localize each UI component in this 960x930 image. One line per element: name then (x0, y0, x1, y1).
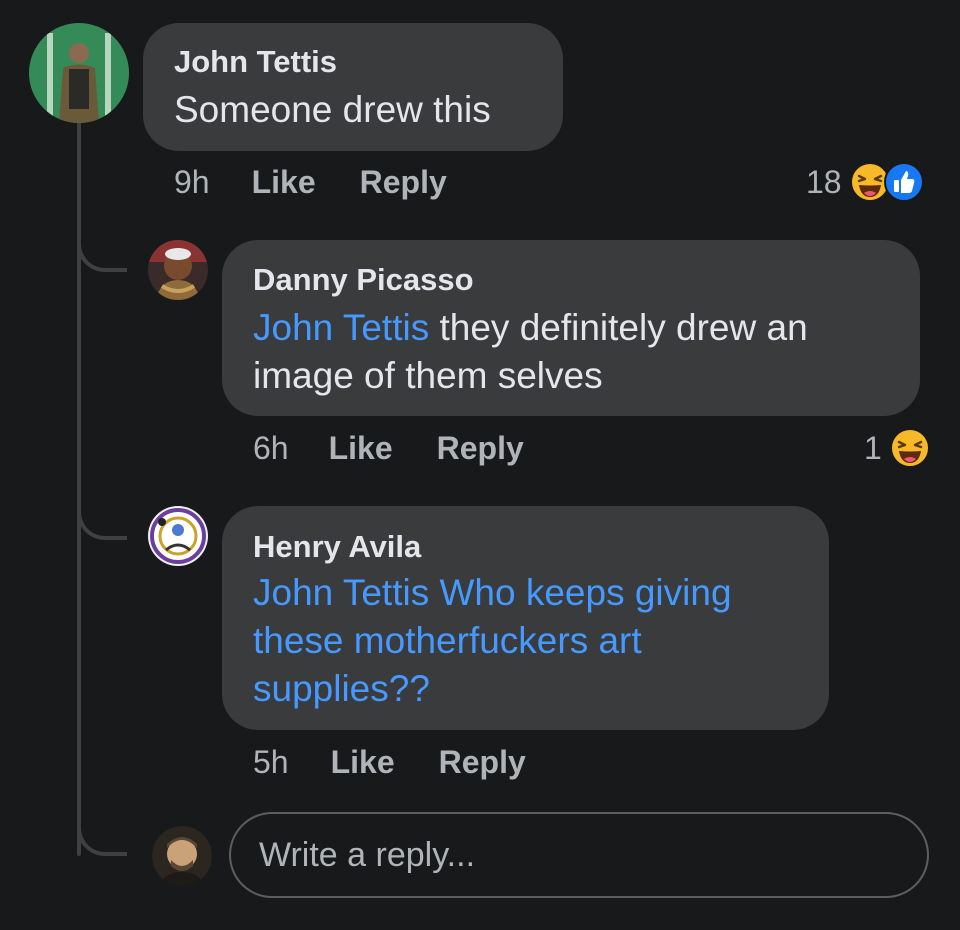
avatar-john-tettis[interactable] (29, 23, 129, 123)
reply-actions: 6h Like Reply (253, 430, 524, 467)
reply-author[interactable]: Danny Picasso (253, 262, 474, 298)
reply-text-line: image of them selves (253, 355, 603, 396)
thread-branch (77, 490, 127, 540)
reply-input-placeholder: Write a reply... (259, 835, 476, 874)
reply-input[interactable]: Write a reply... (229, 812, 929, 898)
reply-text: John Tettis they definitely drew an imag… (253, 304, 913, 400)
reply-text-line: Who keeps giving (429, 572, 732, 613)
reply-text-line: these motherfuckers art (253, 620, 642, 661)
reply-time: 6h (253, 430, 289, 466)
mention-link[interactable]: John Tettis (253, 572, 429, 613)
comment-actions: 9h Like Reply (174, 164, 447, 201)
comment-text: Someone drew this (174, 89, 491, 130)
reply-text-line: supplies?? (253, 668, 430, 709)
reply-button[interactable]: Reply (437, 430, 524, 467)
reaction-count: 18 (806, 163, 842, 200)
like-button[interactable]: Like (252, 164, 316, 201)
thread-branch (77, 806, 127, 856)
avatar-henry-avila[interactable] (148, 506, 208, 566)
laugh-icon (889, 428, 930, 468)
reply-button[interactable]: Reply (360, 164, 447, 201)
reply-text: John Tettis Who keeps giving these mothe… (253, 569, 823, 713)
reply-text-line: they definitely drew an (429, 307, 808, 348)
comment-time: 9h (174, 164, 210, 200)
thread-branch (77, 222, 127, 272)
reaction-summary[interactable]: 1 (864, 428, 930, 468)
avatar-current-user (152, 826, 212, 886)
like-thumb-icon (883, 162, 924, 202)
reply-author[interactable]: Henry Avila (253, 529, 421, 565)
reply-button[interactable]: Reply (439, 744, 526, 781)
reaction-count: 1 (864, 429, 882, 466)
comment-author[interactable]: John Tettis (174, 44, 337, 80)
reply-actions: 5h Like Reply (253, 744, 526, 781)
mention-link[interactable]: John Tettis (253, 307, 429, 348)
reply-time: 5h (253, 744, 289, 780)
reaction-summary[interactable]: 18 (806, 162, 924, 202)
like-button[interactable]: Like (329, 430, 393, 467)
like-button[interactable]: Like (331, 744, 395, 781)
avatar-danny-picasso[interactable] (148, 240, 208, 300)
